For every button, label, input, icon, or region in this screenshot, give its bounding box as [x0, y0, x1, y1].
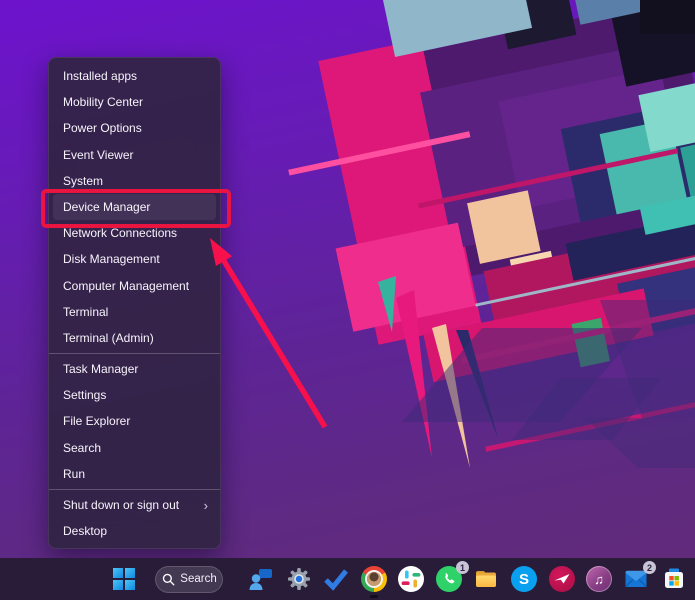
store-bag-icon — [661, 566, 687, 592]
checkmark-icon — [323, 566, 349, 592]
taskbar: Search — [0, 558, 695, 600]
menu-item-terminal[interactable]: Terminal — [49, 299, 220, 325]
skype-icon: S — [511, 566, 537, 592]
microsoft-store-button[interactable] — [661, 566, 687, 592]
skype-letter: S — [519, 571, 529, 588]
red-mail-app-button[interactable] — [549, 566, 575, 592]
profile-avatar — [367, 572, 381, 586]
paper-plane-icon — [549, 566, 575, 592]
music-note-icon: ♫ — [586, 566, 612, 592]
menu-item-search[interactable]: Search — [49, 435, 220, 461]
people-chat-button[interactable] — [248, 566, 274, 592]
menu-separator — [49, 489, 220, 490]
slack-button[interactable] — [398, 566, 424, 592]
running-indicator — [370, 595, 378, 598]
menu-item-task-manager[interactable]: Task Manager — [49, 356, 220, 382]
search-icon — [161, 572, 176, 587]
menu-item-mobility-center[interactable]: Mobility Center — [49, 89, 220, 115]
chrome-button[interactable] — [361, 566, 387, 592]
folder-icon — [473, 566, 499, 592]
gear-icon — [286, 566, 312, 592]
people-chat-icon — [248, 566, 274, 592]
search-label: Search — [180, 573, 216, 585]
music-app-button[interactable]: ♫ — [586, 566, 612, 592]
winx-context-menu: Installed apps Mobility Center Power Opt… — [48, 57, 221, 549]
menu-item-shutdown[interactable]: Shut down or sign out › — [49, 492, 220, 518]
mail-button[interactable]: 2 — [623, 566, 649, 592]
menu-item-installed-apps[interactable]: Installed apps — [49, 63, 220, 89]
menu-item-file-explorer[interactable]: File Explorer — [49, 408, 220, 434]
menu-item-run[interactable]: Run — [49, 461, 220, 487]
music-glyph: ♫ — [594, 572, 604, 587]
shutdown-label: Shut down or sign out — [63, 492, 179, 518]
menu-item-event-viewer[interactable]: Event Viewer — [49, 142, 220, 168]
menu-item-terminal-admin[interactable]: Terminal (Admin) — [49, 325, 220, 351]
slack-icon — [398, 566, 424, 592]
windows-logo-icon — [111, 566, 137, 592]
file-explorer-button[interactable] — [473, 566, 499, 592]
notification-badge: 2 — [643, 561, 656, 574]
menu-item-desktop[interactable]: Desktop — [49, 518, 220, 544]
taskbar-search[interactable]: Search — [155, 566, 223, 593]
skype-button[interactable]: S — [511, 566, 537, 592]
menu-item-settings[interactable]: Settings — [49, 382, 220, 408]
menu-item-device-manager[interactable]: Device Manager — [53, 194, 216, 220]
chrome-icon — [361, 566, 387, 592]
start-button[interactable] — [111, 566, 137, 592]
menu-item-disk-management[interactable]: Disk Management — [49, 246, 220, 272]
menu-separator — [49, 353, 220, 354]
menu-item-power-options[interactable]: Power Options — [49, 115, 220, 141]
notification-badge: 1 — [456, 561, 469, 574]
menu-item-network-connections[interactable]: Network Connections — [49, 220, 220, 246]
menu-item-computer-management[interactable]: Computer Management — [49, 273, 220, 299]
desktop: Installed apps Mobility Center Power Opt… — [0, 0, 695, 600]
todo-button[interactable] — [323, 566, 349, 592]
whatsapp-button[interactable]: 1 — [436, 566, 462, 592]
settings-button[interactable] — [286, 566, 312, 592]
submenu-chevron-icon: › — [204, 499, 208, 512]
menu-item-system[interactable]: System — [49, 168, 220, 194]
